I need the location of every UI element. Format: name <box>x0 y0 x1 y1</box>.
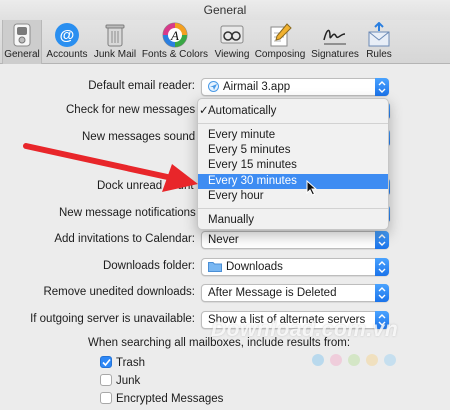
tab-general[interactable]: General <box>2 20 42 64</box>
default-email-reader-popup[interactable]: Airmail 3.app <box>201 78 389 96</box>
checkmark-icon: ✓ <box>199 105 209 117</box>
menu-item-every-5-minutes[interactable]: Every 5 minutes <box>198 143 388 158</box>
tab-viewing[interactable]: Viewing <box>212 20 252 64</box>
popup-stepper <box>375 284 389 302</box>
window-title: General <box>203 3 247 17</box>
remove-unedited-value: After Message is Deleted <box>208 287 337 299</box>
glasses-icon <box>220 25 244 44</box>
remove-unedited-popup[interactable]: After Message is Deleted <box>201 284 389 302</box>
up-down-arrows-icon <box>378 287 386 299</box>
red-arrow-annotation <box>23 143 198 192</box>
menu-item-every-hour[interactable]: Every hour <box>198 189 388 204</box>
watermark-text: Download.com.vn <box>211 318 399 341</box>
include-junk-checkbox-row[interactable]: Junk <box>100 373 140 389</box>
downloads-folder-value: Downloads <box>226 261 283 273</box>
trash-checkbox[interactable] <box>100 356 112 368</box>
tab-junk-mail[interactable]: Junk Mail <box>92 20 138 64</box>
preferences-toolbar: General @ Accounts Junk Mail A Fonts & C… <box>0 20 450 64</box>
trash-bin-icon <box>105 24 125 47</box>
menu-separator <box>198 208 388 209</box>
switch-icon <box>13 23 31 47</box>
popup-stepper <box>375 231 389 249</box>
outgoing-server-label: If outgoing server is unavailable: <box>30 313 195 325</box>
tab-fonts-colors[interactable]: A Fonts & Colors <box>140 20 210 64</box>
encrypted-messages-checkbox[interactable] <box>100 392 112 404</box>
check-new-messages-label: Check for new messages <box>66 104 196 116</box>
window-titlebar: General <box>0 0 450 20</box>
remove-unedited-label: Remove unedited downloads: <box>43 286 195 298</box>
pencil-paper-icon <box>270 23 292 47</box>
encrypted-messages-checkbox-label: Encrypted Messages <box>116 393 224 405</box>
include-trash-checkbox-row[interactable]: Trash <box>100 355 145 371</box>
menu-item-every-15-minutes[interactable]: Every 15 minutes <box>198 158 388 173</box>
svg-text:@: @ <box>60 27 75 44</box>
at-sign-icon: @ <box>55 23 79 47</box>
menu-item-every-minute[interactable]: Every minute <box>198 128 388 143</box>
add-invitations-value: Never <box>208 234 239 246</box>
tab-signatures[interactable]: Signatures <box>309 20 361 64</box>
menu-item-automatically[interactable]: ✓ Automatically <box>198 104 388 119</box>
rules-envelope-icon <box>368 22 390 47</box>
add-invitations-label: Add invitations to Calendar: <box>54 233 195 245</box>
menu-item-manually[interactable]: Manually <box>198 213 388 228</box>
tab-rules[interactable]: Rules <box>362 20 396 64</box>
downloads-folder-label: Downloads folder: <box>102 260 195 272</box>
mouse-pointer-icon <box>306 180 318 196</box>
up-down-arrows-icon <box>378 234 386 246</box>
default-email-reader-value: Airmail 3.app <box>223 81 291 93</box>
junk-checkbox[interactable] <box>100 374 112 386</box>
tab-composing[interactable]: Composing <box>253 20 307 64</box>
tab-accounts[interactable]: @ Accounts <box>44 20 90 64</box>
junk-checkbox-label: Junk <box>116 375 141 387</box>
add-invitations-popup[interactable]: Never <box>201 231 389 249</box>
checkmark-icon <box>102 358 111 367</box>
popup-stepper <box>375 258 389 276</box>
menu-separator <box>198 123 388 124</box>
airmail-app-icon <box>208 81 219 93</box>
downloads-folder-popup[interactable]: Downloads <box>201 258 389 276</box>
menu-item-every-30-minutes[interactable]: Every 30 minutes <box>198 174 388 189</box>
include-encrypted-checkbox-row[interactable]: Encrypted Messages <box>100 391 223 407</box>
font-palette-icon: A <box>162 22 188 48</box>
svg-text:A: A <box>170 28 179 43</box>
default-email-reader-label: Default email reader: <box>88 80 195 92</box>
trash-checkbox-label: Trash <box>116 357 145 369</box>
folder-icon <box>208 262 222 273</box>
up-down-arrows-icon <box>378 261 386 273</box>
popup-stepper <box>375 78 389 96</box>
check-frequency-menu: ✓ Automatically Every minute Every 5 minu… <box>197 98 389 230</box>
signature-icon <box>323 29 346 45</box>
watermark-dots <box>312 354 396 366</box>
up-down-arrows-icon <box>378 81 386 93</box>
